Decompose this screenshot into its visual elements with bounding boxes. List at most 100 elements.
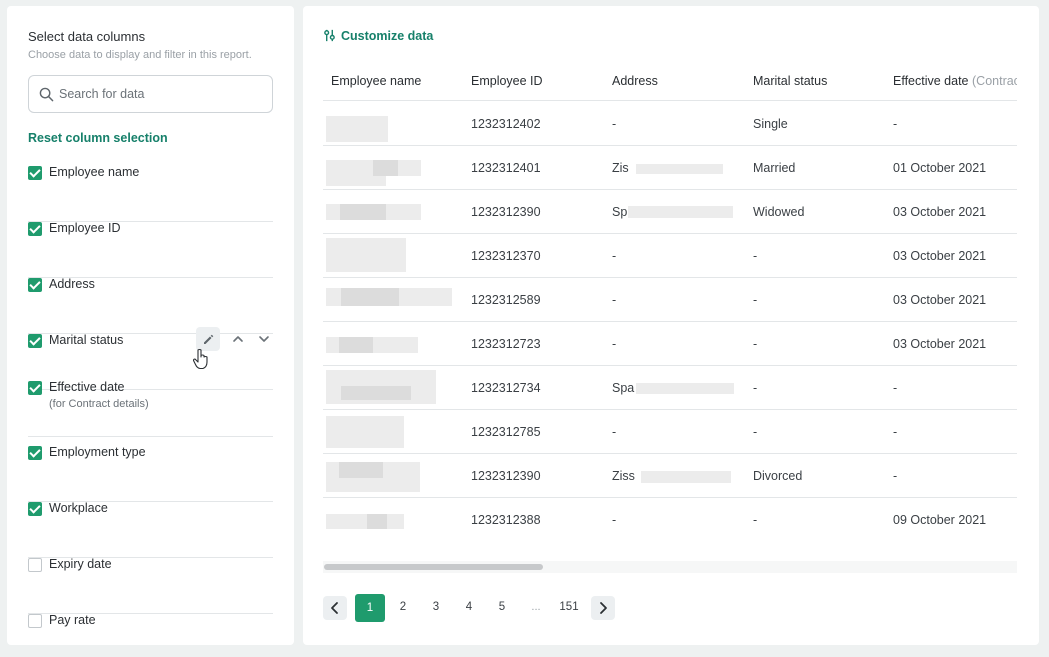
- move-down-chevron-icon[interactable]: [255, 330, 273, 348]
- checkbox[interactable]: [28, 446, 42, 460]
- table-row[interactable]: 1232312402 - Single -: [323, 102, 1017, 146]
- redacted-name-part: [326, 176, 386, 186]
- cell-address: Zis: [612, 161, 629, 175]
- cell-address: -: [612, 337, 617, 351]
- cell-employee-id: 1232312734: [471, 381, 541, 395]
- redacted-name-part: [339, 337, 373, 353]
- report-panel: Customize data Employee name Employee ID…: [303, 6, 1039, 645]
- horizontal-scrollbar[interactable]: [323, 561, 1017, 573]
- column-label: Expiry date: [49, 557, 112, 571]
- chevron-right-icon: [600, 602, 607, 614]
- checkbox[interactable]: [28, 381, 42, 395]
- column-option-address[interactable]: Address: [28, 277, 273, 334]
- column-label: Address: [49, 277, 95, 291]
- data-table: Employee name Employee ID Address Marita…: [323, 63, 1017, 541]
- cell-address: -: [612, 293, 617, 307]
- cell-employee-id: 1232312785: [471, 425, 541, 439]
- checkbox[interactable]: [28, 222, 42, 236]
- table-row[interactable]: 1232312734 Spa - -: [323, 366, 1017, 410]
- cell-effective-date: 03 October 2021: [893, 337, 987, 351]
- checkbox[interactable]: [28, 502, 42, 516]
- cell-address: Spa: [612, 381, 634, 395]
- header-address[interactable]: Address: [612, 74, 658, 88]
- search-input[interactable]: [59, 76, 269, 112]
- column-sublabel: (for Contract details): [49, 398, 149, 410]
- cell-employee-id: 1232312390: [471, 469, 541, 483]
- header-effective-date[interactable]: Effective date (Contrac: [893, 74, 1017, 88]
- header-marital-status[interactable]: Marital status: [753, 74, 827, 88]
- page-3[interactable]: 3: [421, 601, 451, 613]
- previous-page-button[interactable]: [323, 596, 347, 620]
- cell-employee-id: 1232312370: [471, 249, 541, 263]
- column-option-effective-date[interactable]: Effective date (for Contract details): [28, 380, 273, 437]
- page-151[interactable]: 151: [554, 601, 584, 613]
- pagination-ellipsis: ...: [531, 601, 541, 613]
- redacted-name: [326, 238, 406, 272]
- column-option-employee-name[interactable]: Employee name: [28, 165, 273, 222]
- next-page-button[interactable]: [591, 596, 615, 620]
- checkbox[interactable]: [28, 166, 42, 180]
- cell-address-text: Ziss: [612, 469, 635, 483]
- column-option-employment-type[interactable]: Employment type: [28, 445, 273, 502]
- page-1-current[interactable]: 1: [355, 594, 385, 622]
- table-row[interactable]: 1232312785 - - -: [323, 410, 1017, 454]
- checkbox[interactable]: [28, 614, 42, 628]
- cell-marital-status: -: [753, 249, 758, 263]
- checkbox[interactable]: [28, 558, 42, 572]
- table-header: Employee name Employee ID Address Marita…: [323, 63, 1017, 101]
- page-2[interactable]: 2: [388, 601, 418, 613]
- cell-marital-status: -: [753, 337, 758, 351]
- redacted-name-part: [367, 514, 387, 529]
- header-employee-id[interactable]: Employee ID: [471, 74, 543, 88]
- move-up-chevron-icon[interactable]: [229, 330, 247, 348]
- table-row[interactable]: 1232312401 Zis Married 01 October 2021: [323, 146, 1017, 190]
- cell-marital-status: Married: [753, 161, 796, 175]
- column-option-pay-rate[interactable]: Pay rate: [28, 613, 273, 657]
- cell-effective-date: 03 October 2021: [893, 249, 987, 263]
- cell-employee-id: 1232312388: [471, 513, 541, 527]
- chevron-left-icon: [331, 602, 338, 614]
- redacted-address: [636, 164, 723, 174]
- table-row[interactable]: 1232312370 - - 03 October 2021: [323, 234, 1017, 278]
- page-5[interactable]: 5: [487, 601, 517, 613]
- table-row[interactable]: 1232312589 - - 03 October 2021: [323, 278, 1017, 322]
- redacted-address: [628, 206, 733, 218]
- cell-marital-status: -: [753, 293, 758, 307]
- header-employee-name[interactable]: Employee name: [331, 74, 421, 88]
- page-4[interactable]: 4: [454, 601, 484, 613]
- panel-title: Select data columns: [28, 29, 146, 44]
- search-field[interactable]: [28, 75, 273, 113]
- cell-address-text: Sp: [612, 205, 628, 219]
- panel-subtitle: Choose data to display and filter in thi…: [28, 49, 252, 61]
- cell-marital-status: Divorced: [753, 469, 803, 483]
- reset-column-selection-link[interactable]: Reset column selection: [28, 131, 168, 145]
- cell-effective-date: 03 October 2021: [893, 205, 987, 219]
- cell-address: Ziss: [612, 469, 635, 483]
- scrollbar-thumb[interactable]: [324, 564, 543, 570]
- cell-employee-id: 1232312723: [471, 337, 541, 351]
- table-row[interactable]: 1232312388 - - 09 October 2021: [323, 498, 1017, 541]
- table-row[interactable]: 1232312390 Ziss Divorced -: [323, 454, 1017, 498]
- table-row[interactable]: 1232312390 Sp Widowed 03 October 2021: [323, 190, 1017, 234]
- cell-marital-status: -: [753, 381, 758, 395]
- cell-marital-status: Single: [753, 117, 788, 131]
- cell-effective-date: 09 October 2021: [893, 513, 987, 527]
- column-option-expiry-date[interactable]: Expiry date: [28, 557, 273, 614]
- cell-address: -: [612, 425, 617, 439]
- redacted-name-part: [340, 204, 386, 220]
- pagination: 1 2 3 4 5 ... 151: [323, 594, 643, 622]
- customize-data-label: Customize data: [341, 29, 434, 43]
- cell-employee-id: 1232312390: [471, 205, 541, 219]
- cell-effective-date: -: [893, 425, 898, 439]
- cell-marital-status: Widowed: [753, 205, 805, 219]
- cell-effective-date: 03 October 2021: [893, 293, 987, 307]
- column-label: Pay rate: [49, 613, 96, 627]
- checkbox[interactable]: [28, 334, 42, 348]
- column-option-workplace[interactable]: Workplace: [28, 501, 273, 558]
- cell-marital-status: -: [753, 425, 758, 439]
- checkbox[interactable]: [28, 278, 42, 292]
- table-row[interactable]: 1232312723 - - 03 October 2021: [323, 322, 1017, 366]
- cell-employee-id: 1232312589: [471, 293, 541, 307]
- column-option-employee-id[interactable]: Employee ID: [28, 221, 273, 278]
- hand-cursor-icon: [192, 348, 208, 370]
